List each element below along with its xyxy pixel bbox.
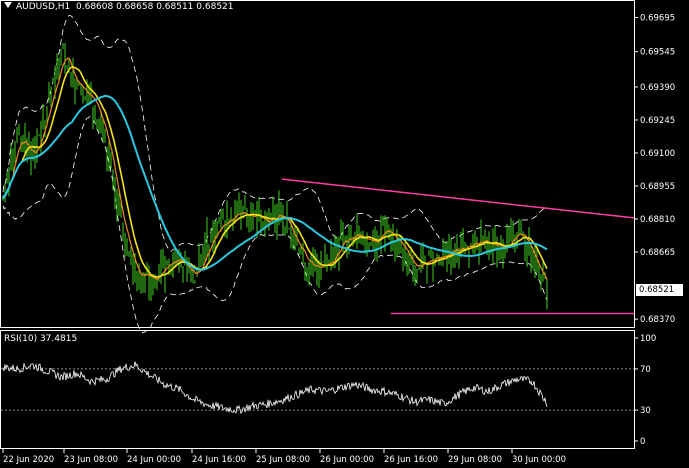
ohlc-low: 0.68511 bbox=[156, 2, 194, 12]
time-tick-label: 24 Jun 00:00 bbox=[127, 455, 181, 465]
price-tick-label: 0.68665 bbox=[640, 248, 675, 258]
price-tick-label: 0.68370 bbox=[640, 315, 675, 325]
bollinger-bands bbox=[2, 14, 548, 334]
time-tick-label: 26 Jun 00:00 bbox=[320, 455, 374, 465]
price-tick-label: 0.68955 bbox=[640, 182, 675, 192]
price-tick-label: 0.69390 bbox=[640, 83, 675, 93]
price-tick-label: 0.69100 bbox=[640, 149, 675, 159]
rsi-tick-label: 70 bbox=[640, 365, 651, 375]
symbol-name: AUDUSD,H1 bbox=[16, 2, 71, 12]
rsi-tick-label: 30 bbox=[640, 406, 651, 416]
price-tick-label: 0.69545 bbox=[640, 48, 675, 58]
price-tick-label: 0.68810 bbox=[640, 215, 675, 225]
rsi-axis: 100 70 30 0 bbox=[634, 334, 656, 447]
dropdown-triangle-icon[interactable] bbox=[4, 2, 12, 8]
symbol-header[interactable]: AUDUSD,H1 0.68608 0.68658 0.68511 0.6852… bbox=[4, 2, 234, 12]
current-price-tag: 0.68521 bbox=[636, 284, 683, 296]
rsi-tick-label: 100 bbox=[640, 334, 656, 344]
price-tick-label: 0.69695 bbox=[640, 14, 675, 24]
rsi-tick-label: 0 bbox=[640, 437, 645, 447]
time-tick-label: 26 Jun 16:00 bbox=[384, 455, 438, 465]
resistance-trendline bbox=[281, 178, 635, 219]
price-axis: 0.69695 0.69545 0.69390 0.69245 0.69100 0.689… bbox=[634, 14, 675, 325]
time-tick-label: 29 Jun 08:00 bbox=[448, 455, 502, 465]
ohlc-close: 0.68521 bbox=[196, 2, 234, 12]
time-tick-label: 30 Jun 00:00 bbox=[512, 455, 566, 465]
candles bbox=[2, 43, 548, 310]
rsi-header: RSI(10) 37.4815 bbox=[4, 334, 78, 344]
chart-canvas[interactable]: 0.69695 0.69545 0.69390 0.69245 0.69100 0.689… bbox=[0, 0, 689, 468]
ohlc-open: 0.68608 bbox=[76, 2, 114, 12]
time-tick-label: 23 Jun 08:00 bbox=[64, 455, 118, 465]
price-tick-label: 0.69245 bbox=[640, 116, 675, 126]
ohlc-high: 0.68658 bbox=[116, 2, 154, 12]
time-tick-label: 24 Jun 16:00 bbox=[192, 455, 246, 465]
time-tick-label: 25 Jun 08:00 bbox=[256, 455, 310, 465]
time-axis: 22 Jun 2020 23 Jun 08:00 24 Jun 00:00 24 Ju… bbox=[2, 449, 566, 465]
time-tick-label: 22 Jun 2020 bbox=[3, 455, 54, 465]
